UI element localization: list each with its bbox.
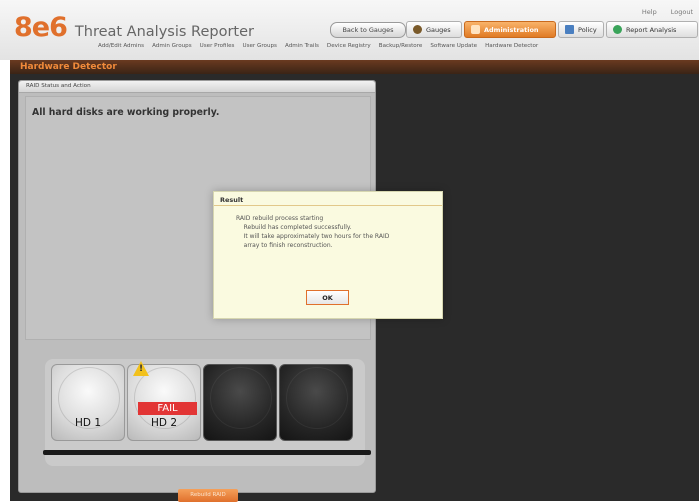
- dialog-line: It will take approximately two hours for…: [236, 233, 390, 240]
- report-icon: [613, 25, 622, 34]
- panel-header: RAID Status and Action: [19, 81, 375, 93]
- back-to-gauges-button[interactable]: Back to Gauges: [330, 22, 406, 38]
- disk-hd1[interactable]: HD 1: [51, 364, 125, 441]
- policy-icon: [565, 25, 574, 34]
- tab-gauges[interactable]: Gauges: [406, 21, 462, 38]
- dialog-line: array to finish reconstruction.: [236, 242, 333, 249]
- subnav-software-update[interactable]: Software Update: [430, 43, 477, 49]
- dialog-divider: [214, 205, 442, 206]
- dialog-line: Rebuild has completed successfully.: [236, 224, 352, 231]
- rebuild-raid-button[interactable]: Rebuild RAID: [178, 489, 238, 502]
- disk-slot-empty: [203, 364, 277, 441]
- status-message: All hard disks are working properly.: [32, 107, 220, 118]
- page-title-bar: Hardware Detector: [10, 60, 699, 74]
- fail-badge: FAIL: [138, 402, 197, 415]
- disk-platter: [210, 367, 272, 429]
- subnav-admin-groups[interactable]: Admin Groups: [152, 43, 192, 49]
- admin-subnav: Add/Edit Admins Admin Groups User Profil…: [98, 43, 538, 49]
- subnav-device-registry[interactable]: Device Registry: [327, 43, 371, 49]
- utility-links: Help Logout: [642, 8, 693, 16]
- disk-platter: [286, 367, 348, 429]
- subnav-user-groups[interactable]: User Groups: [242, 43, 276, 49]
- disk-label: HD 1: [75, 417, 101, 429]
- subnav-user-profiles[interactable]: User Profiles: [200, 43, 235, 49]
- tab-policy[interactable]: Policy: [558, 21, 604, 38]
- help-link[interactable]: Help: [642, 8, 657, 16]
- subnav-hardware-detector[interactable]: Hardware Detector: [485, 43, 538, 49]
- app-logo: 8e6 Threat Analysis Reporter: [14, 13, 254, 43]
- disk-label: HD 2: [151, 417, 177, 429]
- tab-label: Report Analysis: [626, 25, 677, 34]
- subnav-admin-trails[interactable]: Admin Trails: [285, 43, 319, 49]
- subnav-backup-restore[interactable]: Backup/Restore: [379, 43, 423, 49]
- page-title: Hardware Detector: [20, 62, 117, 72]
- tab-label: Policy: [578, 25, 597, 34]
- disk-slot-empty: [279, 364, 353, 441]
- dialog-body: RAID rebuild process starting Rebuild ha…: [236, 214, 426, 250]
- panel-title: RAID Status and Action: [26, 83, 91, 89]
- ok-button[interactable]: OK: [306, 290, 349, 305]
- dialog-line: RAID rebuild process starting: [236, 215, 324, 222]
- admin-icon: [471, 25, 480, 34]
- gauge-icon: [413, 25, 422, 34]
- dialog-title: Result: [220, 196, 244, 204]
- tab-label: Administration: [484, 25, 539, 34]
- shelf-bar: [43, 450, 371, 455]
- warning-icon: !: [133, 361, 149, 376]
- subnav-add-edit-admins[interactable]: Add/Edit Admins: [98, 43, 144, 49]
- tab-administration[interactable]: Administration: [464, 21, 556, 38]
- logout-link[interactable]: Logout: [671, 8, 693, 16]
- result-dialog: Result RAID rebuild process starting Reb…: [213, 191, 443, 319]
- app-header: 8e6 Threat Analysis Reporter Help Logout…: [0, 0, 699, 60]
- tab-report-analysis[interactable]: Report Analysis: [606, 21, 698, 38]
- tab-label: Gauges: [426, 25, 451, 34]
- logo-brand: 8e6: [14, 12, 68, 43]
